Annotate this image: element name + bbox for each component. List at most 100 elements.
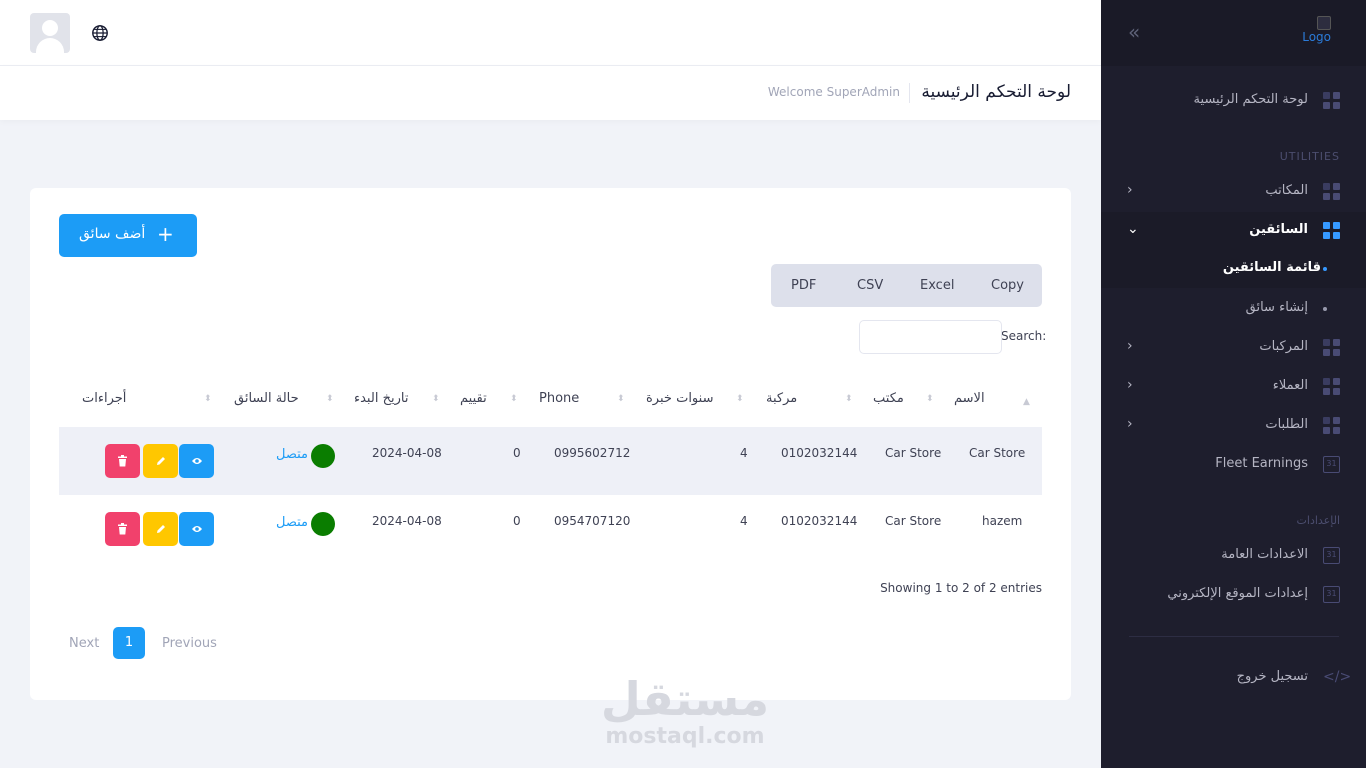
status-online-icon — [311, 512, 335, 536]
table-row: hazem Car Store 0102032144 4 0954707120 … — [59, 495, 1042, 563]
page-title: لوحة التحكم الرئيسية — [921, 82, 1071, 102]
sort-icon: ⬍ — [736, 394, 744, 404]
sidebar-item-offices[interactable]: المكاتب › — [1101, 174, 1366, 210]
eye-icon — [191, 526, 202, 532]
view-button[interactable] — [179, 512, 214, 546]
status-text: متصل — [276, 515, 309, 530]
sidebar-item-website-settings[interactable]: 31 إعدادات الموقع الإلكتروني — [1101, 577, 1366, 613]
vehicles-icon — [1323, 339, 1340, 356]
sort-icon: ⬍ — [845, 394, 853, 404]
edit-button[interactable] — [143, 444, 178, 478]
eye-icon — [191, 458, 202, 464]
subheader: لوحة التحكم الرئيسية Welcome SuperAdmin — [0, 66, 1101, 120]
double-chevron-left-icon[interactable]: « — [1128, 22, 1140, 42]
sidebar-item-label: لوحة التحكم الرئيسية — [1193, 92, 1308, 107]
topbar — [0, 0, 1101, 66]
sidebar-item-drivers[interactable]: السائقين ⌄ — [1101, 212, 1366, 250]
clients-icon — [1323, 378, 1340, 395]
column-header-vehicle[interactable]: مركبة — [766, 391, 797, 406]
column-header-actions: أجراءات — [82, 391, 127, 406]
subheader-separator — [909, 83, 910, 103]
section-settings: الإعدادات — [1296, 514, 1340, 527]
sidebar-item-label: إعدادات الموقع الإلكتروني — [1167, 586, 1308, 601]
search-label: Search: — [1001, 329, 1047, 343]
table-row: Car Store Car Store 0102032144 4 0995602… — [59, 427, 1042, 495]
cell-name: hazem — [982, 514, 1023, 528]
cell-vehicle: 0102032144 — [781, 514, 858, 528]
sidebar-item-label: الاعدادات العامة — [1221, 547, 1308, 562]
sidebar-item-vehicles[interactable]: المركبات › — [1101, 330, 1366, 366]
pencil-icon — [156, 457, 165, 465]
sidebar: « Logo لوحة التحكم الرئيسية UTILITIES ال… — [1101, 0, 1366, 768]
sort-icon: ▲ — [1023, 397, 1030, 407]
add-driver-button[interactable]: + أضف سائق — [59, 214, 197, 257]
chevron-down-icon: ⌄ — [1127, 221, 1139, 237]
column-header-start-date[interactable]: تاريخ البدء — [354, 391, 408, 406]
edit-button[interactable] — [143, 512, 178, 546]
column-header-office[interactable]: مكتب — [873, 391, 904, 406]
sidebar-item-label: المكاتب — [1265, 183, 1308, 198]
view-button[interactable] — [179, 444, 214, 478]
cell-experience: 4 — [740, 514, 748, 528]
pagination-next[interactable]: Next — [69, 636, 99, 651]
sidebar-item-label: السائقين — [1249, 222, 1308, 237]
calendar-icon: 31 — [1323, 456, 1340, 473]
watermark: مستقل mostaql.com — [600, 672, 770, 748]
sort-icon: ⬍ — [432, 394, 440, 404]
cell-start-date: 2024-04-08 — [372, 446, 442, 460]
column-header-rating[interactable]: تقييم — [460, 391, 487, 406]
logo-alt-text: Logo — [1302, 30, 1331, 44]
cell-office: Car Store — [885, 446, 942, 460]
column-header-name[interactable]: الاسم — [954, 391, 985, 406]
user-avatar[interactable] — [30, 13, 70, 53]
trash-icon — [118, 455, 127, 467]
orders-icon — [1323, 417, 1340, 434]
sidebar-item-dashboard[interactable]: لوحة التحكم الرئيسية — [1101, 83, 1366, 119]
pagination-previous[interactable]: Previous — [162, 636, 217, 651]
chevron-right-icon: › — [1127, 182, 1133, 198]
column-header-phone[interactable]: Phone — [539, 391, 579, 406]
add-driver-label: أضف سائق — [79, 226, 146, 242]
sort-icon: ⬍ — [326, 394, 334, 404]
cell-vehicle: 0102032144 — [781, 446, 858, 460]
broken-image-icon — [1317, 16, 1331, 30]
globe-icon[interactable] — [91, 24, 109, 42]
sidebar-item-clients[interactable]: العملاء › — [1101, 369, 1366, 405]
csv-button[interactable]: CSV — [857, 278, 883, 293]
chevron-right-icon: › — [1127, 338, 1133, 354]
bullet-icon — [1323, 307, 1327, 311]
status-online-icon — [311, 444, 335, 468]
sidebar-item-orders[interactable]: الطلبات › — [1101, 408, 1366, 444]
delete-button[interactable] — [105, 444, 140, 478]
delete-button[interactable] — [105, 512, 140, 546]
sidebar-item-logout[interactable]: </> تسجيل خروج — [1101, 660, 1366, 696]
sidebar-divider — [1129, 636, 1339, 637]
sort-icon: ⬍ — [204, 394, 212, 404]
drivers-card: + أضف سائق Copy Excel CSV PDF Search: ▲ … — [30, 188, 1071, 700]
offices-icon — [1323, 183, 1340, 200]
column-header-status[interactable]: حالة السائق — [234, 391, 299, 406]
code-icon: </> — [1323, 669, 1352, 685]
chevron-right-icon: › — [1127, 416, 1133, 432]
pdf-button[interactable]: PDF — [791, 278, 816, 293]
sidebar-item-label: إنشاء سائق — [1245, 300, 1308, 315]
cell-start-date: 2024-04-08 — [372, 514, 442, 528]
sort-icon: ⬍ — [617, 394, 625, 404]
calendar-icon: 31 — [1323, 547, 1340, 564]
bullet-icon — [1323, 267, 1327, 271]
excel-button[interactable]: Excel — [920, 278, 954, 293]
chevron-right-icon: › — [1127, 377, 1133, 393]
pagination-page-1[interactable]: 1 — [113, 627, 145, 659]
sidebar-item-label: تسجيل خروج — [1236, 669, 1308, 684]
sidebar-item-label: الطلبات — [1265, 417, 1308, 432]
sort-icon: ⬍ — [926, 394, 934, 404]
sidebar-item-general-settings[interactable]: 31 الاعدادات العامة — [1101, 538, 1366, 574]
sidebar-item-fleet-earnings[interactable]: 31 Fleet Earnings — [1101, 447, 1366, 483]
pencil-icon — [156, 525, 165, 533]
sidebar-subitem-drivers-list[interactable]: قائمة السائقين — [1101, 250, 1366, 288]
export-buttons: Copy Excel CSV PDF — [771, 264, 1042, 307]
sidebar-subitem-create-driver[interactable]: إنشاء سائق — [1101, 290, 1366, 328]
column-header-experience[interactable]: سنوات خبرة — [646, 391, 713, 406]
copy-button[interactable]: Copy — [991, 278, 1024, 293]
search-input[interactable] — [859, 320, 1002, 354]
